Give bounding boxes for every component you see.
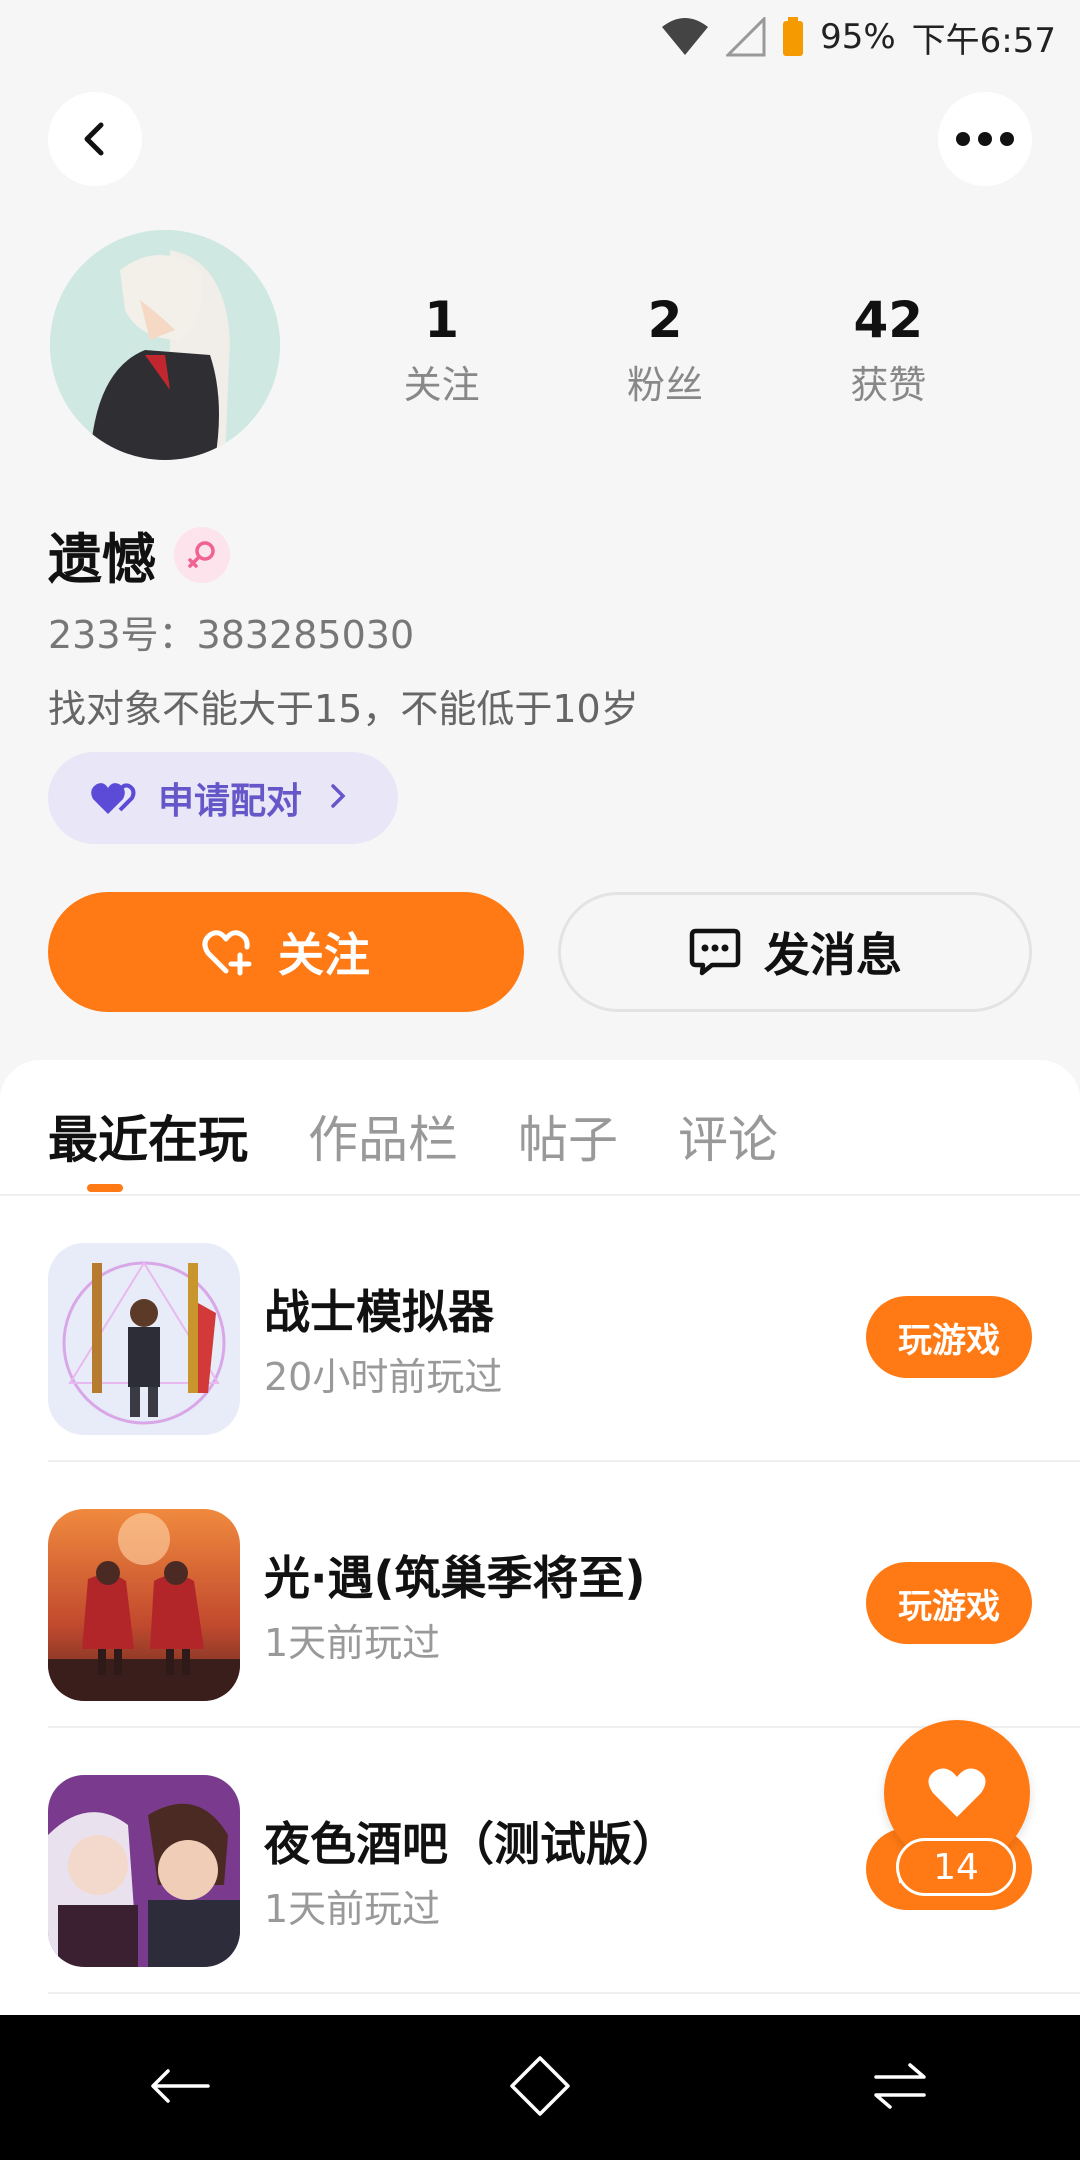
- nickname-row: 遗憾: [48, 515, 230, 594]
- system-navigation-bar: [0, 2015, 1080, 2160]
- divider: [48, 1992, 1080, 1994]
- bio: 找对象不能大于15，不能低于10岁: [48, 687, 639, 731]
- game-title: 夜色酒吧（测试版）: [264, 1817, 678, 1871]
- heart-plus-icon: [202, 930, 252, 976]
- active-tab-indicator: [87, 1184, 123, 1192]
- last-played-time: 1天前玩过: [264, 1887, 441, 1931]
- last-played-time: 20小时前玩过: [264, 1355, 503, 1399]
- battery-icon: [782, 17, 804, 57]
- heart-pair-icon: [91, 783, 136, 814]
- tab-works[interactable]: 作品栏: [308, 1100, 458, 1172]
- user-id: 233号：383285030: [48, 613, 415, 657]
- wifi-icon: [660, 17, 710, 57]
- stat-fans[interactable]: 2 粉丝: [553, 285, 776, 415]
- profile-screen: 95% 下午6:57 1 关注 2 粉丝 42 获赞 遗憾 233号：38328…: [0, 0, 1080, 2160]
- request-pair-label: 申请配对: [158, 781, 303, 822]
- stat-number: 2: [647, 291, 683, 349]
- list-item[interactable]: 光·遇(筑巢季将至) 1天前玩过 玩游戏: [0, 1462, 1080, 1728]
- tab-posts[interactable]: 帖子: [518, 1100, 618, 1172]
- stat-likes[interactable]: 42 获赞: [777, 285, 1000, 415]
- stat-number: 42: [853, 291, 924, 349]
- tab-bar: 最近在玩 作品栏 帖子 评论: [48, 1100, 778, 1172]
- game-title: 光·遇(筑巢季将至): [264, 1551, 646, 1605]
- chevron-right-icon: [328, 778, 348, 819]
- avatar[interactable]: [50, 230, 280, 460]
- more-options-button[interactable]: [938, 92, 1032, 186]
- stat-label: 关注: [403, 363, 480, 407]
- nav-recents-icon[interactable]: [868, 2059, 932, 2117]
- signal-icon: [726, 17, 766, 57]
- stat-following[interactable]: 1 关注: [330, 285, 553, 415]
- play-game-button[interactable]: 玩游戏: [866, 1562, 1032, 1644]
- nickname: 遗憾: [48, 528, 156, 591]
- game-title: 战士模拟器: [264, 1285, 494, 1339]
- more-dots-icon: [956, 132, 1014, 146]
- send-message-button[interactable]: 发消息: [558, 892, 1032, 1012]
- battery-level: 95%: [820, 17, 896, 57]
- request-pair-button[interactable]: 申请配对: [48, 752, 398, 844]
- chat-bubble-icon: [689, 928, 741, 976]
- clock: 下午6:57: [911, 20, 1056, 61]
- last-played-time: 1天前玩过: [264, 1621, 441, 1665]
- follow-button[interactable]: 关注: [48, 892, 524, 1012]
- send-message-label: 发消息: [764, 928, 902, 982]
- stat-number: 1: [424, 291, 460, 349]
- game-icon-night-bar: [48, 1775, 240, 1967]
- female-gender-icon: [174, 526, 230, 583]
- nav-back-icon[interactable]: [148, 2059, 212, 2117]
- play-game-button[interactable]: 玩游戏: [866, 1296, 1032, 1378]
- stat-label: 获赞: [850, 363, 927, 407]
- game-icon-warrior-simulator: [48, 1243, 240, 1435]
- list-item[interactable]: 战士模拟器 20小时前玩过 玩游戏: [0, 1196, 1080, 1462]
- profile-stats: 1 关注 2 粉丝 42 获赞: [330, 285, 1000, 415]
- heart-icon: [928, 1768, 986, 1817]
- tab-recently-played[interactable]: 最近在玩: [48, 1100, 248, 1172]
- nav-home-icon[interactable]: [508, 2054, 572, 2122]
- status-bar: 95% 下午6:57: [0, 0, 1080, 74]
- tab-comments[interactable]: 评论: [678, 1100, 778, 1172]
- back-arrow-icon: [84, 122, 104, 156]
- follow-label: 关注: [278, 928, 370, 982]
- game-icon-sky: [48, 1509, 240, 1701]
- like-count-badge: 14: [896, 1838, 1016, 1896]
- back-button[interactable]: [48, 92, 142, 186]
- stat-label: 粉丝: [626, 363, 703, 407]
